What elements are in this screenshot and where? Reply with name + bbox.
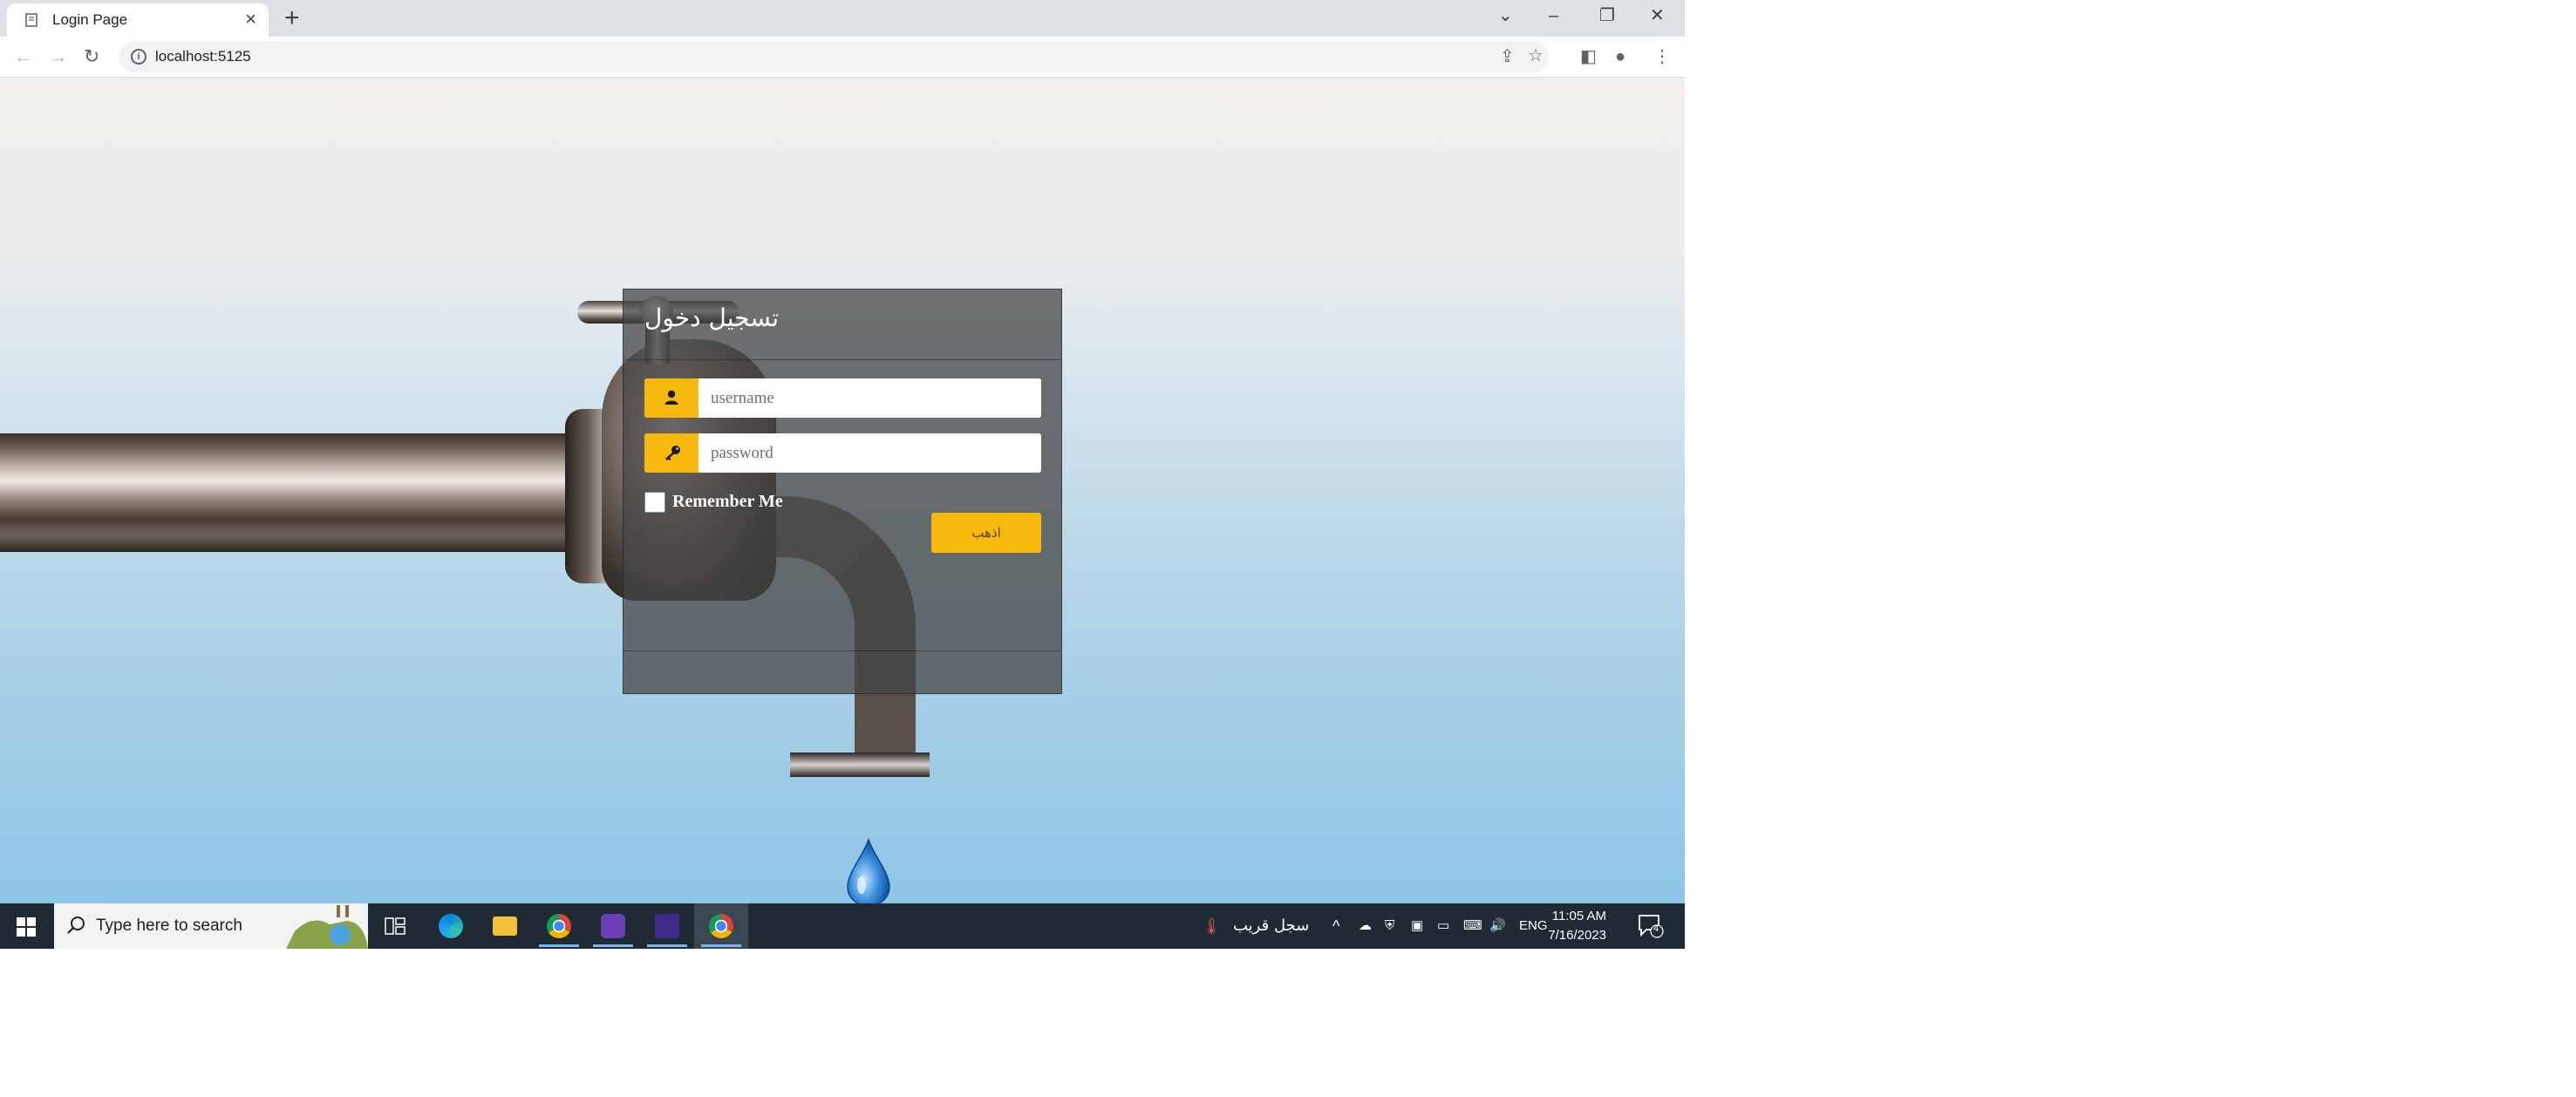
taskbar-chrome-active[interactable] (694, 903, 748, 949)
login-title: تسجيل دخول (644, 303, 779, 332)
login-submit-button[interactable]: اذهب (931, 513, 1041, 553)
task-view-icon (385, 917, 405, 935)
username-field (644, 378, 1041, 418)
volume-icon[interactable]: 🔊 (1489, 916, 1506, 937)
remember-me-label[interactable]: Remember Me (672, 492, 783, 512)
taskbar-chrome[interactable] (532, 903, 586, 949)
forward-icon[interactable]: → (49, 44, 68, 69)
weather-thermometer-icon[interactable]: 🌡 (1202, 916, 1222, 937)
running-indicator (593, 944, 633, 947)
browser-toolbar: ← → ↻ i localhost:5125 ⇪ ☆ ◧ ● ⋮ (0, 37, 1685, 78)
device-icon[interactable]: ▣ (1411, 916, 1423, 937)
search-icon (67, 916, 85, 934)
user-icon (664, 390, 678, 405)
back-icon[interactable]: ← (14, 44, 33, 69)
taskbar-terminal[interactable] (640, 903, 694, 949)
visual-studio-icon (601, 914, 625, 938)
faucet-spout-tip (790, 753, 930, 777)
taskbar-file-explorer[interactable] (478, 903, 532, 949)
reload-icon[interactable]: ↻ (84, 44, 99, 69)
share-icon[interactable]: ⇪ (1500, 45, 1515, 68)
notification-count: 4 (1653, 923, 1659, 934)
username-addon (644, 378, 699, 418)
browser-menu-icon[interactable]: ⋮ (1653, 45, 1671, 68)
search-highlight-icon (286, 905, 368, 949)
cloud-icon[interactable]: ☁ (1359, 916, 1372, 937)
window-close-button[interactable]: ✕ (1650, 3, 1665, 28)
tab-close-icon[interactable]: × (245, 9, 256, 30)
password-addon (644, 433, 699, 473)
restore-button[interactable]: ❐ (1599, 3, 1615, 28)
windows-taskbar: Type here to search 🌡 سجل قريب ^ ☁ ⛨ ▣ ▭… (0, 903, 1685, 949)
network-icon[interactable]: ⌨ (1463, 916, 1482, 937)
address-url: localhost:5125 (155, 48, 251, 65)
taskbar-clock[interactable]: 11:05 AM 7/16/2023 (1548, 907, 1606, 945)
address-bar[interactable]: i localhost:5125 ⇪ ☆ (119, 41, 1549, 72)
running-indicator (701, 944, 741, 947)
page-viewport: تسجيل دخول username Remember Me اذهب (0, 78, 1685, 903)
taskbar-edge[interactable] (424, 903, 478, 949)
language-indicator[interactable]: ENG (1519, 916, 1548, 937)
running-indicator (539, 944, 579, 947)
tab-search-icon[interactable]: ⌄ (1498, 3, 1513, 28)
minimize-button[interactable]: – (1549, 3, 1558, 28)
start-button[interactable] (0, 903, 54, 949)
remember-me-checkbox[interactable] (644, 492, 665, 513)
login-card-header: تسجيل دخول (624, 290, 1061, 360)
page-favicon-icon (25, 13, 37, 27)
running-indicator (647, 944, 687, 947)
taskbar-visual-studio[interactable] (586, 903, 640, 949)
key-icon (665, 446, 680, 460)
screen: Login Page × + ⌄ – ❐ ✕ ← → ↻ i localhost… (0, 0, 1685, 949)
chrome-icon (547, 914, 571, 938)
chrome-icon (709, 914, 733, 938)
notification-center-button[interactable]: 4 (1638, 914, 1664, 938)
login-card: تسجيل دخول username Remember Me اذهب (623, 289, 1062, 694)
password-field (644, 433, 1041, 473)
password-input[interactable] (699, 433, 1041, 473)
security-icon[interactable]: ⛨ (1385, 916, 1394, 937)
taskbar-search-box[interactable]: Type here to search (54, 903, 368, 949)
bookmark-star-icon[interactable]: ☆ (1528, 44, 1544, 67)
profile-icon[interactable]: ● (1615, 45, 1625, 68)
tab-title: Login Page (52, 11, 128, 28)
battery-icon[interactable]: ▭ (1437, 916, 1449, 937)
browser-tab-bar: Login Page × + ⌄ – ❐ ✕ (0, 0, 1685, 37)
windows-logo-icon (17, 917, 36, 937)
weather-text[interactable]: سجل قريب (1233, 916, 1309, 937)
show-hidden-icons[interactable]: ^ (1332, 916, 1339, 937)
folder-icon (493, 916, 517, 936)
edge-icon (439, 914, 463, 938)
site-info-icon[interactable]: i (131, 49, 147, 65)
new-tab-button[interactable]: + (284, 3, 300, 33)
terminal-icon (655, 914, 679, 938)
water-drop-icon (847, 838, 890, 903)
notification-icon (1639, 915, 1664, 938)
task-view-button[interactable] (368, 903, 422, 949)
clock-time: 11:05 AM (1551, 909, 1606, 923)
side-panel-icon[interactable]: ◧ (1580, 45, 1597, 68)
browser-tab[interactable]: Login Page × (7, 3, 269, 37)
search-placeholder: Type here to search (96, 916, 242, 935)
faucet-pipe (0, 433, 576, 552)
clock-date: 7/16/2023 (1548, 928, 1606, 943)
username-input[interactable] (699, 378, 1041, 418)
